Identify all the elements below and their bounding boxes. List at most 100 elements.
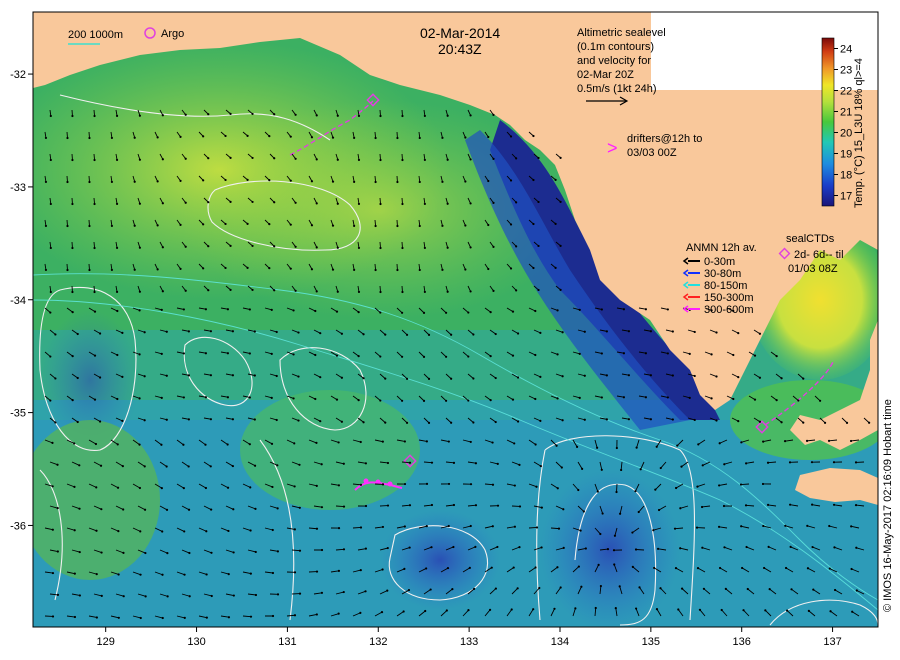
velocity-arrowhead xyxy=(362,333,365,336)
velocity-arrowhead xyxy=(469,440,472,444)
velocity-arrowhead xyxy=(634,607,638,610)
velocity-arrowhead xyxy=(737,420,740,423)
velocity-arrowhead xyxy=(381,525,385,529)
velocity-arrowhead xyxy=(718,484,721,487)
altimetry-line-2: (0.1m contours) xyxy=(577,41,654,53)
velocity-arrowhead xyxy=(54,377,57,380)
velocity-arrowhead xyxy=(246,266,249,269)
velocity-arrowhead xyxy=(784,524,787,527)
velocity-arrowhead xyxy=(115,290,119,294)
velocity-arrowhead xyxy=(849,439,853,443)
velocity-arrowhead xyxy=(425,482,429,485)
velocity-arrowhead xyxy=(374,180,377,184)
velocity-arrowhead xyxy=(447,482,451,486)
velocity-arrowhead xyxy=(468,566,471,569)
velocity-arrowhead xyxy=(600,468,603,471)
velocity-arrowhead xyxy=(802,377,805,380)
velocity-arrowhead xyxy=(116,309,119,313)
velocity-arrowhead xyxy=(253,464,257,467)
velocity-arrowhead xyxy=(202,267,205,270)
velocity-arrowhead xyxy=(509,135,513,138)
velocity-arrowhead xyxy=(720,608,723,612)
velocity-arrowhead xyxy=(753,354,757,357)
velocity-arrowhead xyxy=(868,421,871,424)
velocity-arrowhead xyxy=(232,551,235,554)
velocity-arrowhead xyxy=(342,590,345,594)
colorbar-tick-label: 17 xyxy=(840,191,852,203)
velocity-arrowhead xyxy=(580,585,583,588)
velocity-arrowhead xyxy=(828,524,831,528)
colorbar-tick-label: 21 xyxy=(840,107,852,119)
velocity-arrowhead xyxy=(666,308,669,311)
velocity-arrowhead xyxy=(605,374,608,377)
scale-legend-text: 200 1000m xyxy=(68,29,123,41)
velocity-arrowhead xyxy=(472,421,475,424)
velocity-arrowhead xyxy=(314,309,317,313)
velocity-arrowhead xyxy=(673,527,677,530)
velocity-arrowhead xyxy=(469,202,472,205)
velocity-arrowhead xyxy=(253,374,256,377)
velocity-arrowhead xyxy=(336,290,339,293)
velocity-arrowhead xyxy=(251,156,254,160)
velocity-arrowhead xyxy=(315,613,318,616)
velocity-arrowhead xyxy=(71,246,74,250)
cold-eddy-1 xyxy=(540,470,680,627)
velocity-arrowhead xyxy=(850,525,853,528)
velocity-arrowhead xyxy=(516,420,520,423)
velocity-arrowhead xyxy=(715,419,718,422)
velocity-arrowhead xyxy=(95,529,98,532)
velocity-arrowhead xyxy=(676,444,679,447)
velocity-arrowhead xyxy=(510,608,513,611)
velocity-arrowhead xyxy=(254,507,257,510)
velocity-arrowhead xyxy=(492,289,495,292)
velocity-arrowhead xyxy=(183,530,186,533)
velocity-arrowhead xyxy=(408,546,411,549)
velocity-arrowhead xyxy=(315,114,318,117)
velocity-arrowhead xyxy=(671,374,674,377)
velocity-arrowhead xyxy=(677,608,680,611)
velocity-arrowhead xyxy=(268,179,271,182)
velocity-arrowhead xyxy=(627,330,630,333)
velocity-arrowhead xyxy=(49,114,52,118)
velocity-arrowhead xyxy=(95,573,98,576)
velocity-arrowhead xyxy=(357,311,360,314)
velocity-arrowhead xyxy=(450,421,453,424)
sealctd-line-1: 2d- 6d-- til xyxy=(794,249,844,261)
velocity-arrowhead xyxy=(379,158,382,162)
anmn-legend-label: 30-80m xyxy=(704,268,741,280)
velocity-arrowhead xyxy=(537,288,540,292)
velocity-arrowhead xyxy=(115,158,119,162)
velocity-arrowhead xyxy=(429,588,432,591)
velocity-arrowhead xyxy=(227,529,230,533)
velocity-arrowhead xyxy=(78,464,81,467)
velocity-arrowhead xyxy=(423,290,426,294)
velocity-arrowhead xyxy=(184,245,187,248)
velocity-arrowhead xyxy=(294,245,297,248)
velocity-arrowhead xyxy=(534,566,537,569)
velocity-arrowhead xyxy=(248,396,251,399)
map-figure: 129 130 131 132 133 134 135 136 137 -32 -33 -34 -35 -… xyxy=(10,11,894,648)
velocity-arrowhead xyxy=(613,563,616,566)
velocity-arrowhead xyxy=(143,419,146,422)
velocity-arrowhead xyxy=(452,461,456,464)
velocity-arrowhead xyxy=(357,202,361,206)
velocity-arrowhead xyxy=(577,488,580,492)
velocity-arrowhead xyxy=(618,512,622,515)
velocity-arrowhead xyxy=(310,224,314,227)
velocity-arrowhead xyxy=(441,268,444,271)
velocity-arrowhead xyxy=(488,608,492,611)
velocity-arrowhead xyxy=(353,136,356,139)
velocity-arrowhead xyxy=(93,354,97,357)
velocity-arrowhead xyxy=(560,466,563,469)
velocity-arrowhead xyxy=(855,589,858,592)
velocity-arrowhead xyxy=(340,376,344,379)
velocity-arrowhead xyxy=(209,465,212,468)
velocity-arrowhead xyxy=(783,440,787,443)
velocity-arrowhead xyxy=(811,545,814,549)
velocity-arrowhead xyxy=(49,399,52,402)
velocity-arrowhead xyxy=(138,246,142,249)
velocity-arrowhead xyxy=(121,375,124,378)
velocity-arrowhead xyxy=(205,530,208,533)
velocity-arrowhead xyxy=(737,376,740,379)
velocity-arrowhead xyxy=(450,333,453,336)
